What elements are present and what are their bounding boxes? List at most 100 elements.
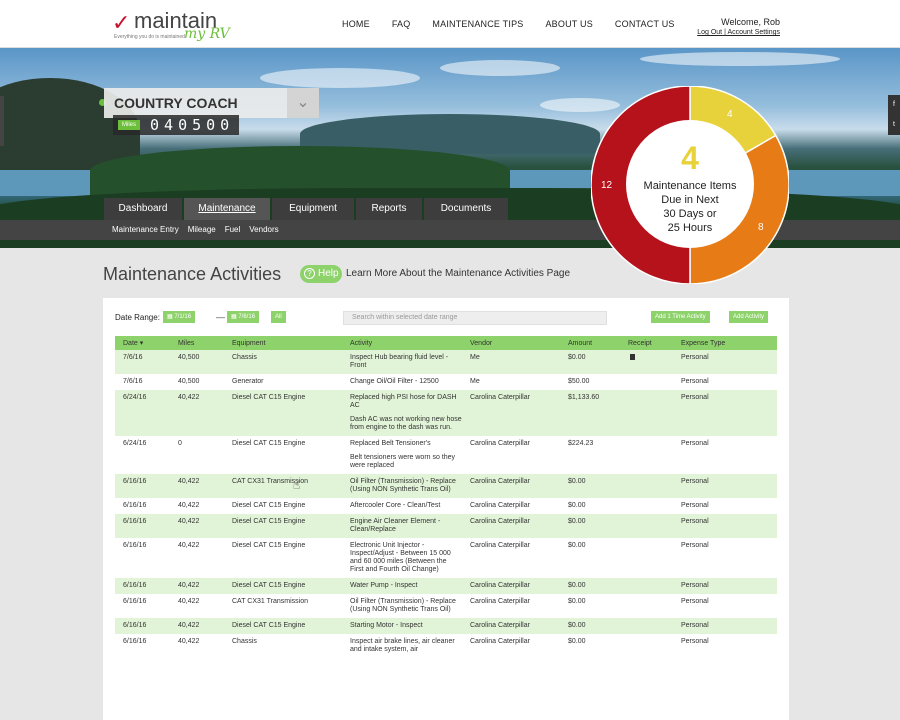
twitter-icon[interactable]: t	[888, 115, 900, 135]
cell-amount: $0.00	[560, 578, 620, 594]
table-row[interactable]: 6/16/16 40,422 Diesel CAT C15 Engine Starti…	[115, 618, 777, 634]
col-vendor[interactable]: Vendor	[462, 336, 560, 350]
table-row[interactable]: 7/6/16 40,500 Generator Change Oil/Oil Filt…	[115, 374, 777, 390]
subnav-fuel[interactable]: Fuel	[225, 225, 241, 234]
search-input[interactable]: Search within selected date range	[343, 311, 607, 325]
nav-contact-us[interactable]: CONTACT US	[615, 19, 675, 29]
logout-link[interactable]: Log Out	[697, 29, 722, 36]
all-dates-button[interactable]: All	[271, 311, 286, 323]
cell-date: 6/16/16	[123, 542, 147, 549]
maintain-my-rv-logo[interactable]: ✓ maintain my RV Everything you do is ma…	[112, 6, 232, 42]
due-label-line-1: Maintenance Items	[643, 180, 737, 192]
subnav-mileage[interactable]: Mileage	[188, 225, 216, 234]
table-row[interactable]: 6/16/16 40,422 Diesel CAT C15 Engine Water …	[115, 578, 777, 594]
cell-expense-type: Personal	[673, 474, 777, 498]
nav-maintenance-tips[interactable]: MAINTENANCE TIPS	[432, 19, 523, 29]
cell-receipt	[620, 634, 673, 658]
cell-date: 6/16/16	[123, 502, 147, 509]
table-row[interactable]: 6/16/16 40,422 CAT CX31 Transmission Oil Fi…	[115, 474, 777, 498]
cell-expense-type: Personal	[673, 514, 777, 538]
donut-center: 4 Maintenance Items Due in Next 30 Days …	[626, 120, 754, 248]
tab-documents[interactable]: Documents	[424, 198, 508, 220]
activity-text: Inspect Hub bearing fluid level - Front	[350, 354, 449, 369]
table-row[interactable]: 7/6/16 40,500 Chassis Inspect Hub bearing f…	[115, 350, 777, 374]
cell-activity: Electronic Unit Injector - Inspect/Adjus…	[342, 538, 462, 578]
add-activity-button[interactable]: Add Activity	[729, 311, 769, 323]
cell-expense-type: Personal	[681, 542, 709, 549]
date-range-label: Date Range:	[115, 313, 160, 322]
tab-maintenance[interactable]: Maintenance	[184, 198, 270, 220]
logo-sub: my RV	[184, 26, 230, 42]
due-label-line-2: Due in Next	[661, 194, 719, 206]
activity-text: Replaced high PSI hose for DASH AC	[350, 394, 457, 409]
activity-text: Water Pump - Inspect	[350, 582, 418, 589]
due-label-line-4: 25 Hours	[667, 222, 713, 234]
chevron-down-icon[interactable]: ⌄	[287, 88, 319, 118]
col-equipment[interactable]: Equipment	[224, 336, 342, 350]
cell-miles: 40,422	[170, 474, 224, 498]
receipt-file-icon[interactable]	[630, 354, 635, 360]
subnav-vendors[interactable]: Vendors	[249, 225, 278, 234]
top-header: ✓ maintain my RV Everything you do is ma…	[0, 0, 900, 48]
date-from-button[interactable]: ▦ 7/1/16	[163, 311, 196, 323]
table-row[interactable]: 6/24/16 40,422 Diesel CAT C15 Engine Replac…	[115, 390, 777, 436]
cell-date: 6/16/16	[115, 578, 170, 594]
cell-date: 7/6/16	[115, 350, 170, 374]
col-receipt[interactable]: Receipt	[620, 336, 673, 350]
cell-expense-type: Personal	[681, 440, 709, 447]
cell-equipment: Diesel CAT C15 Engine	[224, 578, 342, 594]
odometer: Miles 040500	[113, 115, 240, 135]
activity-text: Replaced Belt Tensioner's	[350, 440, 431, 447]
subnav-maintenance-entry[interactable]: Maintenance Entry	[112, 225, 179, 234]
cell-receipt	[620, 390, 673, 436]
cell-date: 6/16/16	[123, 598, 147, 605]
tab-reports[interactable]: Reports	[356, 198, 422, 220]
cell-date: 6/16/16	[115, 618, 170, 634]
cell-date: 7/6/16	[123, 378, 143, 385]
cell-vendor: Me	[462, 350, 560, 374]
table-row[interactable]: 6/16/16 40,422 Chassis Inspect air brake li…	[115, 634, 777, 658]
cell-expense-type: Personal	[673, 618, 777, 634]
activity-note: Dash AC was not working new hose from en…	[350, 416, 462, 431]
tab-equipment[interactable]: Equipment	[272, 198, 354, 220]
nav-about-us[interactable]: ABOUT US	[545, 19, 592, 29]
facebook-icon[interactable]: f	[888, 95, 900, 115]
date-to-button[interactable]: ▦ 7/6/16	[227, 311, 260, 323]
cell-equipment: Diesel CAT C15 Engine	[224, 618, 342, 634]
help-link[interactable]: Learn More About the Maintenance Activit…	[346, 268, 570, 279]
cell-amount: $0.00	[560, 618, 620, 634]
cell-expense-type: Personal	[681, 638, 709, 645]
table-row[interactable]: 6/16/16 40,422 Diesel CAT C15 Engine Afterc…	[115, 498, 777, 514]
cell-activity: Engine Air Cleaner Element - Clean/Repla…	[342, 514, 462, 538]
add-time-activity-button[interactable]: Add 1 Time Activity	[651, 311, 710, 323]
tab-dashboard[interactable]: Dashboard	[104, 198, 182, 220]
cell-receipt	[620, 578, 673, 594]
cell-date: 6/24/16	[123, 440, 147, 447]
col-amount[interactable]: Amount	[560, 336, 620, 350]
cell-activity: Oil Filter (Transmission) - Replace (Usi…	[342, 594, 462, 618]
cell-amount: $0.00	[560, 474, 620, 498]
cell-amount: $224.23	[568, 440, 594, 447]
col-date[interactable]: Date ▾	[115, 336, 170, 350]
table-row[interactable]: 6/16/16 40,422 Diesel CAT C15 Engine Electr…	[115, 538, 777, 578]
table-row[interactable]: 6/16/16 40,422 Diesel CAT C15 Engine Engine…	[115, 514, 777, 538]
cell-activity: Aftercooler Core - Clean/Test	[342, 498, 462, 514]
cell-amount: $0.00	[568, 542, 586, 549]
cell-miles: 40,422	[170, 618, 224, 634]
table-row[interactable]: 6/24/16 0 Diesel CAT C15 Engine Replaced Be…	[115, 436, 777, 474]
left-edge-tab[interactable]	[0, 96, 4, 146]
cell-equipment: Chassis	[232, 638, 257, 645]
help-button[interactable]: ? Help	[300, 265, 342, 283]
table-row[interactable]: 6/16/16 40,422 CAT CX31 Transmission Oil Fi…	[115, 594, 777, 618]
logo-mark-icon: ✓	[112, 10, 130, 35]
col-expense-type[interactable]: Expense Type	[673, 336, 777, 350]
nav-faq[interactable]: FAQ	[392, 19, 411, 29]
logo-tagline: Everything you do is maintained	[114, 34, 185, 40]
cell-amount: $0.00	[568, 502, 586, 509]
nav-home[interactable]: HOME	[342, 19, 370, 29]
account-settings-link[interactable]: Account Settings	[727, 29, 780, 36]
col-activity[interactable]: Activity	[342, 336, 462, 350]
col-miles[interactable]: Miles	[170, 336, 224, 350]
cell-equipment: Diesel CAT C15 Engine	[224, 390, 342, 436]
vehicle-selector[interactable]: COUNTRY COACH ⌄	[104, 88, 319, 118]
